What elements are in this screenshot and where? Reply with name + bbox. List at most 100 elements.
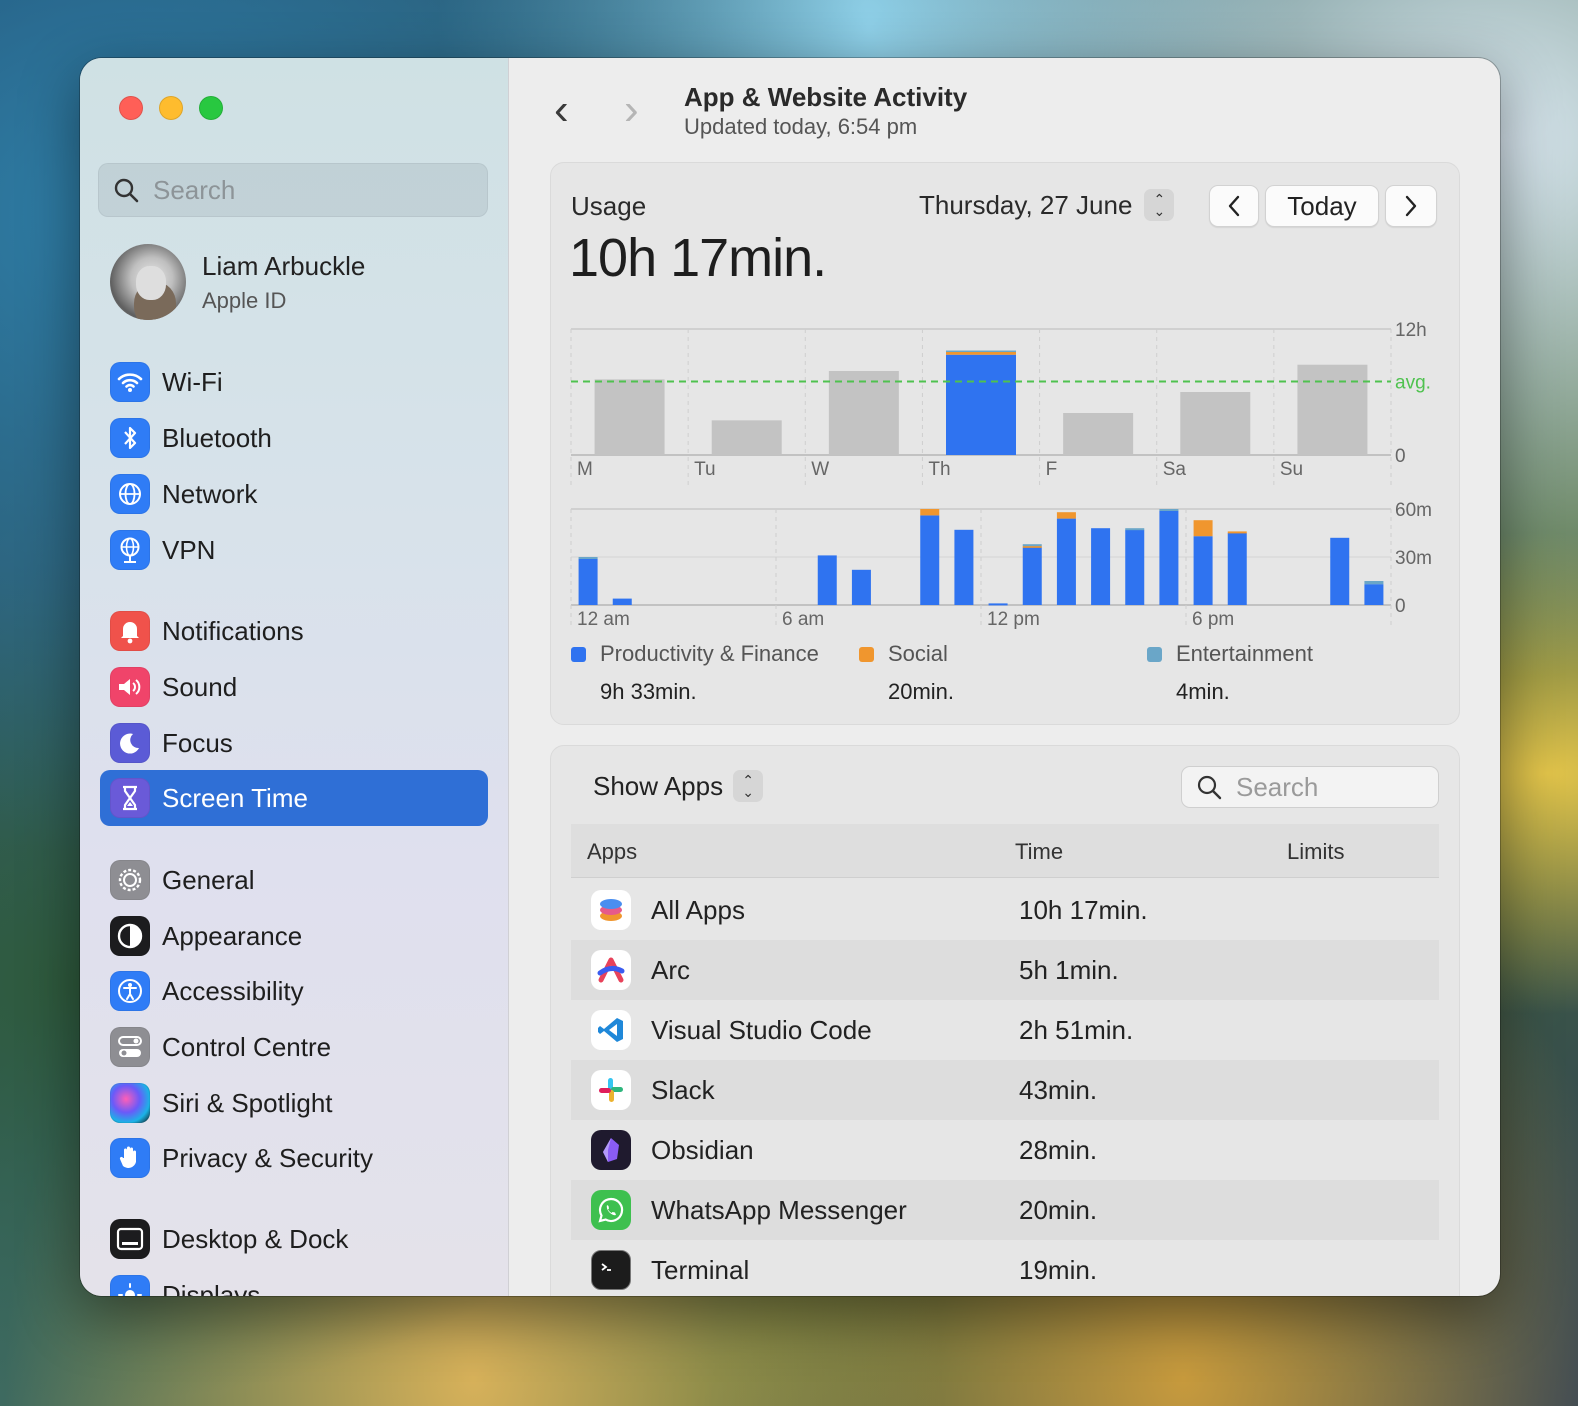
sidebar-item-label: Accessibility — [162, 975, 304, 1006]
minimize-button[interactable] — [159, 96, 183, 120]
weekly-tick-label: Th — [928, 459, 950, 480]
hourly-y-tick-label: 30m — [1395, 548, 1432, 569]
sidebar-item-notifications[interactable]: Notifications — [100, 603, 488, 659]
sidebar-item-label: Focus — [162, 727, 233, 758]
arc-icon — [591, 950, 631, 990]
sidebar-item-accessibility[interactable]: Accessibility — [100, 963, 488, 1019]
chevron-left-icon[interactable]: ‹ — [554, 88, 569, 132]
sidebar-item-network[interactable]: Network — [100, 466, 488, 522]
sidebar-item-control-centre[interactable]: Control Centre — [100, 1019, 488, 1075]
search-icon — [1197, 775, 1222, 800]
sidebar-item-general[interactable]: General — [100, 852, 488, 908]
hourly-y-tick-label: 60m — [1395, 500, 1432, 521]
bluetooth-icon — [110, 418, 150, 458]
legend-value: 9h 33min. — [600, 679, 697, 704]
hourly-bar-16-productivity-finance — [1125, 529, 1145, 605]
table-row[interactable]: Arc 5h 1min. — [571, 940, 1439, 1000]
chevron-right-icon[interactable]: › — [624, 88, 639, 132]
table-row[interactable]: All Apps 10h 17min. — [571, 880, 1439, 940]
vscode-icon — [591, 1010, 631, 1050]
sidebar-item-desktop-dock[interactable]: Desktop & Dock — [100, 1211, 488, 1267]
hourly-bar-0-productivity-finance — [578, 558, 598, 605]
apps-card: Show Apps ⌃⌄ Search Apps Time Limits Al — [550, 745, 1460, 1296]
apps-table-header: Apps Time Limits — [571, 824, 1439, 878]
globe-icon — [110, 474, 150, 514]
weekly-tick-label: W — [811, 459, 829, 480]
app-name: WhatsApp Messenger — [651, 1195, 907, 1225]
sidebar-search-field[interactable]: Search — [98, 163, 488, 217]
weekly-tick-label: Tu — [694, 459, 715, 480]
app-name: Visual Studio Code — [651, 1015, 872, 1045]
sidebar-item-label: General — [162, 864, 255, 895]
hourly-tick-label: 12 am — [577, 609, 630, 630]
sidebar-item-bluetooth[interactable]: Bluetooth — [100, 410, 488, 466]
sidebar-item-siri-spotlight[interactable]: Siri & Spotlight — [100, 1075, 488, 1131]
weekly-bar-th-productivity-finance — [946, 354, 1016, 455]
sidebar-item-label: Bluetooth — [162, 422, 272, 453]
app-time: 28min. — [1019, 1135, 1098, 1165]
legend-social: Social 20min. — [859, 641, 954, 705]
table-row[interactable]: Visual Studio Code 2h 51min. — [571, 1000, 1439, 1060]
accessibility-icon — [110, 971, 150, 1011]
sidebar-item-label: Network — [162, 478, 258, 509]
sidebar-item-displays[interactable]: Displays — [100, 1267, 488, 1296]
app-time: 20min. — [1019, 1195, 1098, 1225]
sidebar-item-vpn[interactable]: VPN — [100, 522, 488, 578]
bell-icon — [110, 611, 150, 651]
weekly-bar-m — [594, 379, 665, 455]
whatsapp-icon — [591, 1190, 631, 1230]
column-header-time[interactable]: Time — [1015, 839, 1063, 865]
apps-search-placeholder: Search — [1236, 771, 1319, 802]
sidebar-item-label: Control Centre — [162, 1031, 332, 1062]
hourly-bar-0-entertainment — [578, 557, 598, 559]
sidebar-item-label: Privacy & Security — [162, 1142, 373, 1173]
close-button[interactable] — [119, 96, 143, 120]
hourly-bar-10-productivity-finance — [920, 515, 940, 605]
hourly-bar-8-productivity-finance — [851, 569, 871, 605]
legend-value: 20min. — [888, 679, 955, 704]
table-row[interactable]: Slack 43min. — [571, 1060, 1439, 1120]
sidebar-item-wifi[interactable]: Wi-Fi — [100, 354, 488, 410]
sun-icon — [110, 1275, 150, 1296]
dock-icon — [110, 1219, 150, 1259]
window-controls — [119, 96, 223, 120]
weekly-bar-th-entertainment — [946, 350, 1016, 353]
profile-subtitle: Apple ID — [202, 287, 287, 313]
profile-name: Liam Arbuckle — [202, 250, 366, 281]
weekly-bar-sa — [1180, 392, 1251, 455]
sidebar-item-appearance[interactable]: Appearance — [100, 908, 488, 964]
show-apps-selector[interactable]: Show Apps ⌃ ⌄ — [593, 770, 764, 802]
weekly-bar-tu — [711, 420, 782, 455]
weekly-tick-label: Sa — [1163, 459, 1187, 480]
hourly-bar-7-productivity-finance — [817, 555, 837, 605]
column-header-limits[interactable]: Limits — [1287, 839, 1344, 865]
column-header-apps[interactable]: Apps — [587, 839, 637, 865]
sidebar-item-privacy-security[interactable]: Privacy & Security — [100, 1130, 488, 1186]
apple-id-profile[interactable]: Liam Arbuckle Apple ID — [110, 244, 365, 320]
table-row[interactable]: Terminal 19min. — [571, 1240, 1439, 1296]
hourglass-icon — [110, 778, 150, 818]
app-name: All Apps — [651, 895, 745, 925]
table-row[interactable]: Obsidian 28min. — [571, 1120, 1439, 1180]
legend-entertainment: Entertainment 4min. — [1147, 641, 1313, 705]
legend-productivity: Productivity & Finance 9h 33min. — [571, 641, 819, 705]
toggles-icon — [110, 1027, 150, 1067]
weekly-tick-label: Su — [1280, 459, 1303, 480]
sidebar-item-screen-time[interactable]: Screen Time — [100, 770, 488, 826]
sidebar-item-label: Appearance — [162, 920, 303, 951]
speaker-icon — [110, 667, 150, 707]
apps-search-field[interactable]: Search — [1181, 766, 1439, 808]
weekly-tick-label: F — [1046, 459, 1058, 480]
hourly-bar-14-social — [1056, 512, 1076, 519]
sidebar-item-focus[interactable]: Focus — [100, 715, 488, 771]
table-row[interactable]: WhatsApp Messenger 20min. — [571, 1180, 1439, 1240]
chevron-up-down-icon: ⌃ ⌄ — [733, 770, 764, 802]
sidebar-item-label: VPN — [162, 534, 216, 565]
weekly-tick-label: M — [577, 459, 593, 480]
zoom-button[interactable] — [199, 96, 223, 120]
sidebar-item-label: Displays — [162, 1279, 261, 1297]
sidebar-item-sound[interactable]: Sound — [100, 659, 488, 715]
moon-icon — [110, 723, 150, 763]
hourly-y-tick-label: 0 — [1395, 596, 1406, 617]
sidebar-item-label: Wi-Fi — [162, 366, 223, 397]
